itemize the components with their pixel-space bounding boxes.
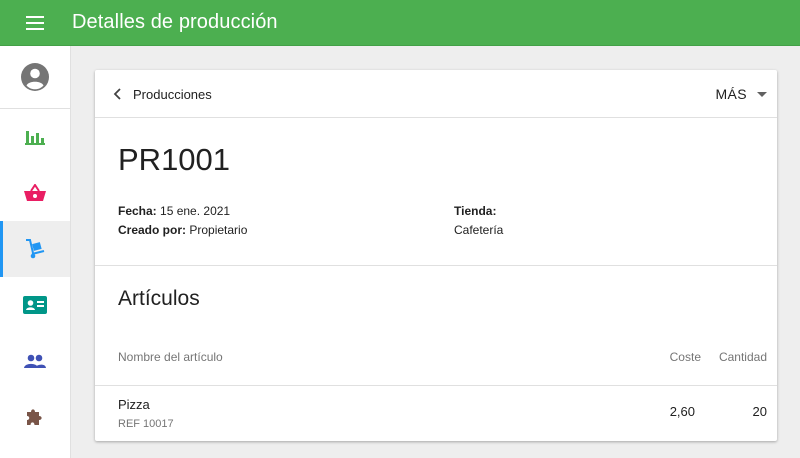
puzzle-icon (27, 409, 42, 425)
sidebar (0, 46, 71, 458)
store-label: Tienda: (454, 204, 497, 218)
sidebar-item-sales[interactable] (0, 165, 70, 221)
store-value: Cafetería (454, 223, 504, 237)
item-ref: REF 10017 (118, 418, 174, 430)
chevron-left-icon (113, 88, 121, 100)
column-header-item-name: Nombre del artículo (118, 350, 223, 364)
id-card-icon (23, 296, 47, 314)
divider (95, 265, 777, 266)
card-header: Producciones MÁS (95, 70, 777, 118)
sidebar-item-employees[interactable] (0, 277, 70, 333)
sidebar-item-account[interactable] (0, 46, 70, 109)
items-section-title: Artículos (118, 287, 200, 310)
bar-chart-icon (25, 131, 45, 145)
date-label: Fecha: (118, 204, 157, 218)
back-button[interactable]: Producciones (113, 70, 212, 118)
people-icon (24, 354, 46, 368)
created-by-label: Creado por: (118, 223, 187, 237)
caret-down-icon (757, 91, 767, 97)
back-button-label: Producciones (133, 86, 212, 102)
more-menu-button[interactable]: MÁS (715, 70, 767, 118)
production-number: PR1001 (118, 142, 231, 177)
more-menu-label: MÁS (715, 86, 747, 102)
account-circle-icon (21, 63, 49, 91)
sidebar-item-apps[interactable] (0, 389, 70, 445)
hand-truck-icon (26, 239, 45, 259)
hamburger-menu-icon (26, 15, 44, 30)
created-by-value: Propietario (189, 223, 248, 237)
production-card: Producciones MÁS PR1001 Fecha: 15 ene. 2… (95, 70, 777, 441)
date-value: 15 ene. 2021 (160, 204, 231, 218)
menu-button[interactable] (0, 0, 70, 46)
sidebar-item-reports[interactable] (0, 109, 70, 165)
item-name: Pizza (118, 397, 150, 412)
app-bar: Detalles de producción (0, 0, 800, 46)
divider (95, 385, 777, 386)
item-quantity: 20 (752, 404, 767, 419)
sidebar-item-inventory[interactable] (0, 221, 70, 277)
created-by-line: Creado por: Propietario (118, 220, 247, 240)
date-line: Fecha: 15 ene. 2021 (118, 201, 230, 221)
column-header-cost: Coste (669, 350, 701, 364)
page-title: Detalles de producción (72, 11, 278, 33)
basket-icon (24, 184, 46, 201)
column-header-quantity: Cantidad (718, 350, 767, 364)
sidebar-item-customers[interactable] (0, 333, 70, 389)
item-cost: 2,60 (669, 404, 695, 419)
